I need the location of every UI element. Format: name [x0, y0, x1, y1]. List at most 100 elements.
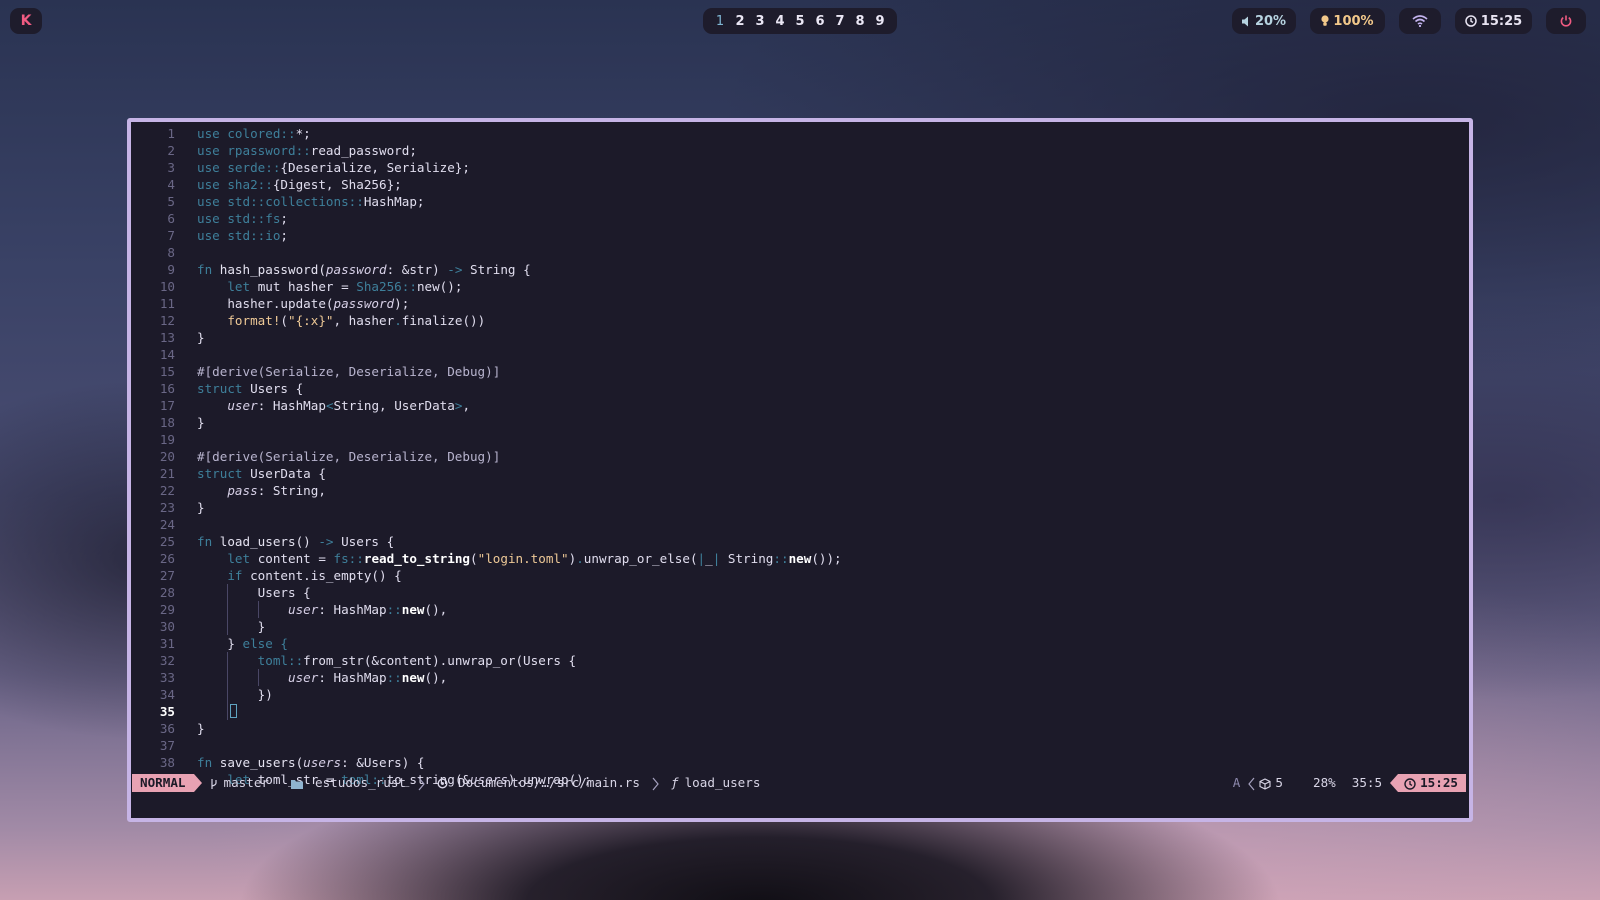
code-token: ( [280, 313, 289, 328]
line-number: 2 [167, 143, 175, 158]
code-token: {Digest, Sha256}; [272, 177, 402, 192]
code-line[interactable]: 38 fn save_users(users: &Users) { [131, 754, 1469, 771]
wifi-widget[interactable] [1399, 8, 1441, 34]
code-line[interactable]: 30 } [131, 618, 1469, 635]
code-token: finalize()) [401, 313, 486, 328]
indent-guide [257, 669, 259, 686]
line-number: 33 [159, 670, 175, 685]
code-line[interactable]: 32 toml::from_str(&content).unwrap_or(Us… [131, 652, 1469, 669]
bulb-icon [1321, 15, 1330, 27]
code-line[interactable]: 7 use std::io; [131, 227, 1469, 244]
clock-widget[interactable]: 15:25 [1455, 8, 1532, 34]
workspace-5[interactable]: 5 [791, 14, 809, 29]
line-number: 37 [159, 738, 175, 753]
line-number: 32 [159, 653, 175, 668]
code-token: std::fs [227, 211, 281, 226]
code-line[interactable]: 25 fn load_users() -> Users { [131, 533, 1469, 550]
code-token: -> [318, 534, 334, 549]
code-line[interactable]: 6 use std::fs; [131, 210, 1469, 227]
code-token: content.is_empty() { [250, 568, 402, 583]
folder-icon [291, 774, 303, 792]
workspace-9[interactable]: 9 [871, 14, 889, 29]
code-line[interactable]: 1 use colored::*; [131, 125, 1469, 142]
line-number: 1 [167, 126, 175, 141]
code-line[interactable]: 19 [131, 431, 1469, 448]
code-token: -> [447, 262, 463, 277]
code-line[interactable]: 34 }) [131, 686, 1469, 703]
code-token: mut hasher = [257, 279, 357, 294]
launcher-button[interactable]: K [10, 8, 42, 34]
code-line[interactable]: 21 struct UserData { [131, 465, 1469, 482]
code-token: sha2:: [227, 177, 273, 192]
code-token: use [197, 177, 228, 192]
code-line[interactable]: 22 pass: String, [131, 482, 1469, 499]
code-line[interactable]: 3 use serde::{Deserialize, Serialize}; [131, 159, 1469, 176]
line-number: 30 [159, 619, 175, 634]
code-line[interactable]: 33 user: HashMap::new(), [131, 669, 1469, 686]
code-line[interactable]: 16 struct Users { [131, 380, 1469, 397]
code-token: from_str(&content).unwrap_or(Users { [303, 653, 577, 668]
code-line[interactable]: 31 } else { [131, 635, 1469, 652]
code-line[interactable]: 20 #[derive(Serialize, Deserialize, Debug… [131, 448, 1469, 465]
code-line[interactable]: 29 user: HashMap::new(), [131, 601, 1469, 618]
code-token: } [197, 500, 205, 515]
code-line[interactable]: 11 hasher.update(password); [131, 295, 1469, 312]
code-line[interactable]: 12 format!("{:x}", hasher.finalize()) [131, 312, 1469, 329]
line-number: 14 [159, 347, 175, 362]
line-number: 35 [159, 704, 175, 719]
code-token: save_users( [219, 755, 304, 770]
line-number: 21 [159, 466, 175, 481]
line-number: 11 [159, 296, 175, 311]
editor-window[interactable]: 1 use colored::*; 2 use rpassword::read_pas… [127, 118, 1473, 822]
code-line[interactable]: 14 [131, 346, 1469, 363]
code-buffer[interactable]: 1 use colored::*; 2 use rpassword::read_pas… [131, 125, 1469, 788]
code-line[interactable]: 5 use std::collections::HashMap; [131, 193, 1469, 210]
code-token: new [401, 602, 425, 617]
code-line[interactable]: 36} [131, 720, 1469, 737]
code-line[interactable]: 15 #[derive(Serialize, Deserialize, Debug… [131, 363, 1469, 380]
workspace-8[interactable]: 8 [851, 14, 869, 29]
code-token: : &str) [386, 262, 448, 277]
code-token: : HashMap [257, 398, 326, 413]
code-line[interactable]: 10 let mut hasher = Sha256::new(); [131, 278, 1469, 295]
code-token: String, UserData [333, 398, 455, 413]
current-symbol[interactable]: load_users [685, 774, 761, 792]
code-line[interactable]: 9 fn hash_password(password: &str) -> Str… [131, 261, 1469, 278]
workspace-4[interactable]: 4 [771, 14, 789, 29]
code-token: new [401, 670, 425, 685]
code-line[interactable]: 37 [131, 737, 1469, 754]
brightness-widget[interactable]: 100% [1310, 8, 1385, 34]
code-line[interactable]: 13} [131, 329, 1469, 346]
workspace-7[interactable]: 7 [831, 14, 849, 29]
code-token: (), [424, 670, 448, 685]
line-number: 16 [159, 381, 175, 396]
code-token: fs:: [333, 551, 364, 566]
indent-guide [227, 652, 229, 720]
workspace-3[interactable]: 3 [751, 14, 769, 29]
code-line[interactable]: 24 [131, 516, 1469, 533]
text-cursor [230, 704, 238, 718]
code-token: :: [386, 602, 402, 617]
code-token: struct [197, 466, 251, 481]
code-line[interactable]: 28 Users { [131, 584, 1469, 601]
wifi-icon [1412, 15, 1428, 27]
volume-widget[interactable]: 20% [1232, 8, 1296, 34]
workspace-6[interactable]: 6 [811, 14, 829, 29]
code-line[interactable]: 27 if content.is_empty() { [131, 567, 1469, 584]
code-line[interactable]: 23} [131, 499, 1469, 516]
workspace-2[interactable]: 2 [731, 14, 749, 29]
code-token: use [197, 228, 228, 243]
code-line[interactable]: 17 user: HashMap<String, UserData>, [131, 397, 1469, 414]
code-token: pass [227, 483, 258, 498]
file-path[interactable]: Documentos/…/src/main.rs [458, 774, 640, 792]
code-line[interactable]: 18} [131, 414, 1469, 431]
code-line[interactable]: 2 use rpassword::read_password; [131, 142, 1469, 159]
workspace-1[interactable]: 1 [711, 14, 729, 29]
code-line[interactable]: 8 [131, 244, 1469, 261]
code-line[interactable]: 35 [131, 703, 1469, 720]
code-token: new [788, 551, 812, 566]
code-line[interactable]: 4 use sha2::{Digest, Sha256}; [131, 176, 1469, 193]
code-line[interactable]: 26 let content = fs::read_to_string("log… [131, 550, 1469, 567]
power-button[interactable] [1546, 8, 1586, 34]
